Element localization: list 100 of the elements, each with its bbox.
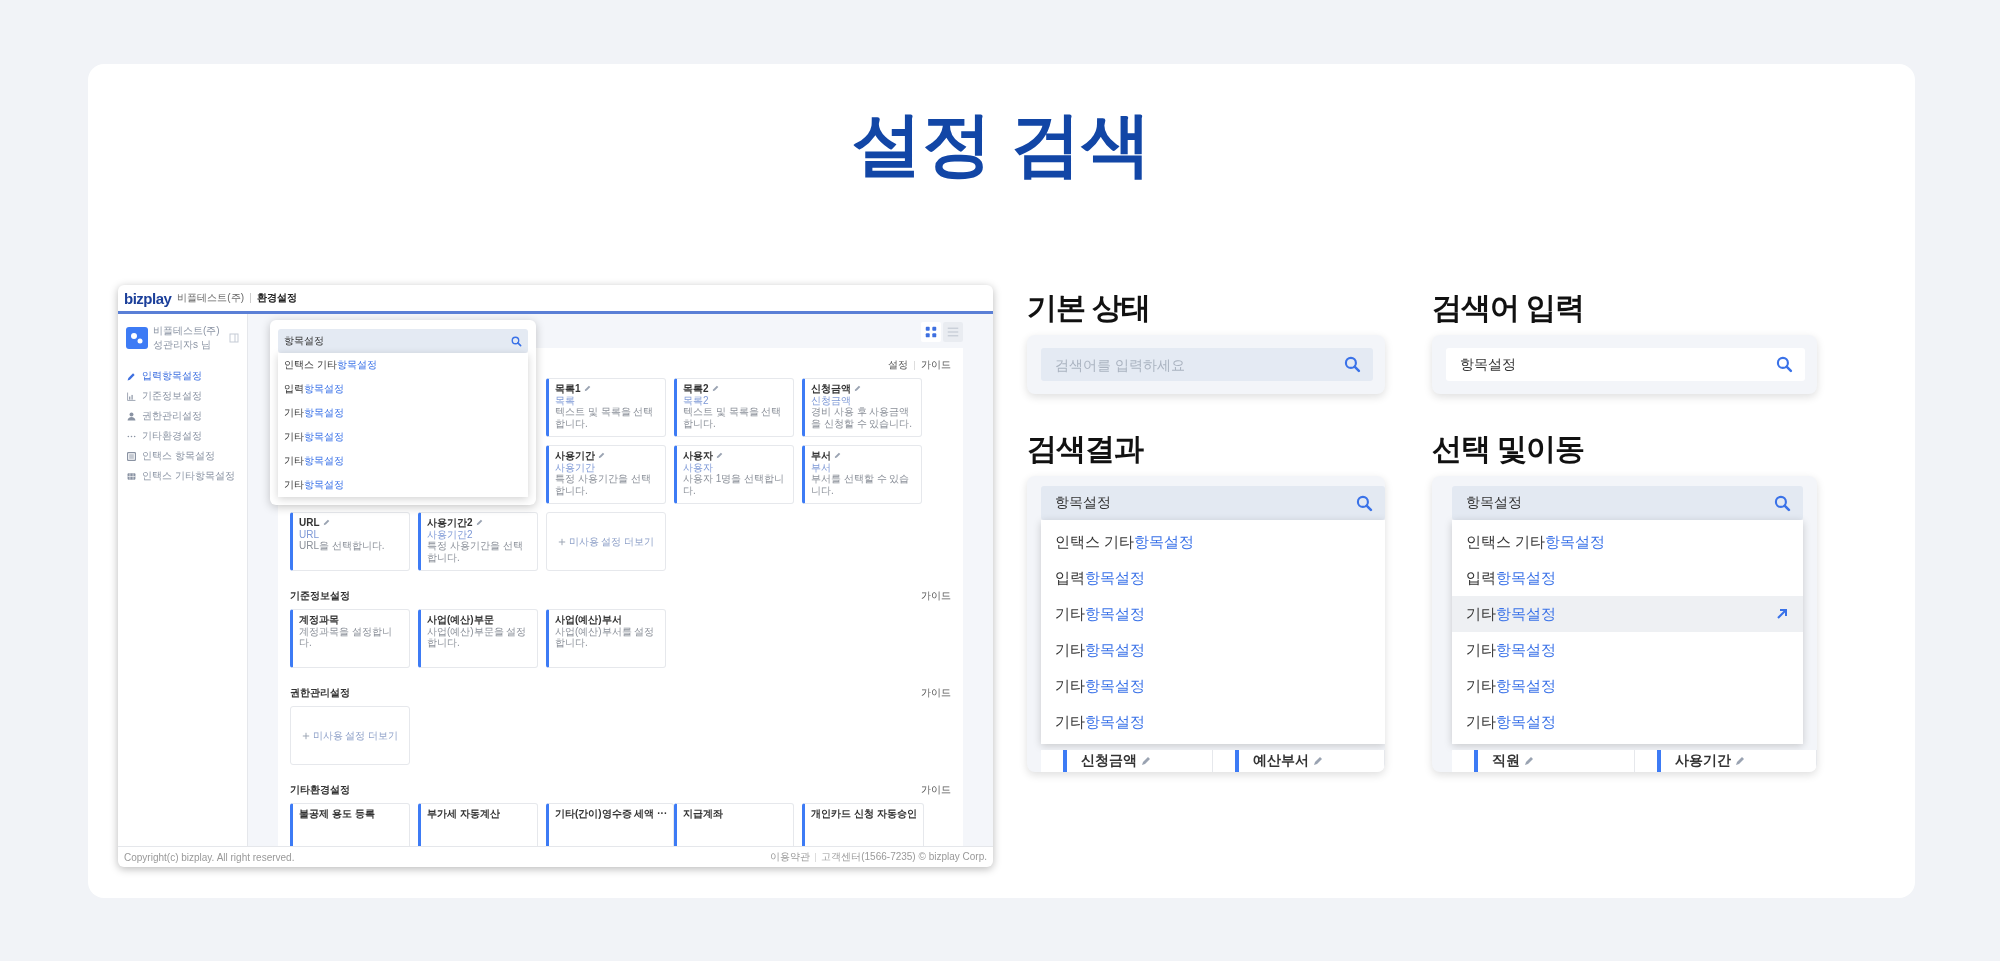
result-item[interactable]: 기타항목설정: [1041, 632, 1385, 668]
setting-card[interactable]: 사용기간2 사용기간2 특정 사용기간을 선택합니다.: [418, 512, 538, 571]
setting-card[interactable]: 기타(간이)영수증 세액 ···: [546, 803, 675, 846]
search-bar[interactable]: 항목설정: [278, 329, 528, 353]
card-code: 사용기간2: [427, 528, 474, 540]
page-title: 환경설정: [257, 291, 298, 305]
setting-card[interactable]: 사용기간 사용기간 특정 사용기간을 선택합니다.: [546, 445, 666, 504]
result-item[interactable]: 인택스 기타항목설정: [1041, 524, 1385, 560]
card-description: URL을 선택합니다.: [299, 540, 386, 552]
search-input[interactable]: 검색어를 입력하세요: [1055, 356, 1344, 373]
pencil-icon[interactable]: [322, 519, 330, 527]
setting-card[interactable]: URL URL URL을 선택합니다.: [290, 512, 410, 571]
card-title: 기타(간이)영수증 세액 ···: [555, 808, 668, 820]
result-item[interactable]: 인택스 기타항목설정: [278, 353, 528, 377]
card-code: 사용자: [683, 461, 714, 473]
search-bar[interactable]: 항목설정: [1452, 486, 1803, 520]
pencil-icon[interactable]: [598, 452, 605, 460]
setting-card[interactable]: 불공제 용도 등록: [290, 803, 410, 846]
section-title: 기준정보설정: [290, 589, 350, 603]
result-item[interactable]: 기타항목설정: [278, 473, 528, 497]
card-description: 사업(예산)부서를 설정합니다.: [555, 625, 656, 649]
search-icon[interactable]: [1344, 356, 1361, 373]
result-item[interactable]: 기타항목설정: [1041, 668, 1385, 704]
pencil-icon[interactable]: [1141, 756, 1151, 766]
section-title: 기타환경설정: [290, 783, 350, 797]
card-title: 신청금액: [811, 383, 851, 395]
search-input[interactable]: 항목설정: [1460, 356, 1776, 373]
setting-card[interactable]: 예산부서: [1235, 750, 1385, 772]
result-item[interactable]: 기타항목설정: [278, 425, 528, 449]
result-item[interactable]: 기타항목설정: [1041, 704, 1385, 740]
result-item[interactable]: 입력 항목설정: [1452, 560, 1803, 596]
card-code: 부서: [811, 461, 832, 473]
pencil-icon[interactable]: [711, 385, 719, 393]
pencil-icon[interactable]: [1524, 756, 1534, 766]
pencil-icon[interactable]: [716, 452, 723, 460]
setting-card[interactable]: 신청금액 신청금액 경비 사용 후 사용금액을 신청할 수 있습니다.: [802, 378, 922, 437]
header-link[interactable]: 가이드: [921, 686, 951, 700]
search-input[interactable]: 항목설정: [1055, 495, 1356, 511]
setting-card[interactable]: 계정과목 계정과목을 설정합니다.: [290, 609, 410, 668]
list-icon: [946, 325, 960, 339]
search-bar[interactable]: 항목설정: [1446, 348, 1805, 381]
plus-icon: [557, 537, 566, 546]
setting-card[interactable]: 사업(예산)부서 사업(예산)부서를 설정합니다.: [546, 609, 666, 668]
setting-card[interactable]: 사업(예산)부문 사업(예산)부문을 설정합니다.: [418, 609, 538, 668]
card-description: 경비 사용 후 사용금액을 신청할 수 있습니다.: [811, 406, 914, 429]
setting-card[interactable]: 목록2 목록2 텍스트 및 목록을 선택합니다.: [674, 378, 794, 437]
header-link[interactable]: 가이드: [921, 783, 951, 797]
result-item[interactable]: 기타항목설정: [278, 401, 528, 425]
pencil-icon[interactable]: [834, 452, 841, 460]
search-input[interactable]: 항목설정: [284, 335, 511, 347]
card-code: 목록2: [683, 394, 710, 406]
pencil-icon[interactable]: [583, 385, 591, 393]
section-heading: 검색어 입력: [1432, 290, 1586, 326]
menu-item[interactable]: 입력항목설정: [126, 366, 239, 386]
pencil-icon[interactable]: [854, 385, 861, 393]
result-item[interactable]: 입력 항목설정: [1041, 560, 1385, 596]
search-icon[interactable]: [1774, 494, 1791, 512]
setting-card[interactable]: 지급계좌: [674, 803, 794, 846]
setting-card[interactable]: 목록1 목록 텍스트 및 목록을 선택합니다.: [546, 378, 666, 437]
grid-view-button[interactable]: [921, 322, 941, 342]
search-icon[interactable]: [1776, 356, 1793, 373]
result-item[interactable]: 인택스 기타항목설정: [1452, 524, 1803, 560]
result-item[interactable]: 기타항목설정: [278, 449, 528, 473]
result-item[interactable]: 기타항목설정: [1452, 596, 1803, 632]
pencil-icon[interactable]: [475, 519, 483, 527]
card-code: 사용기간: [555, 461, 596, 473]
setting-card[interactable]: 개인카드 신청 자동승인: [802, 803, 924, 846]
setting-card[interactable]: 직원: [1474, 750, 1635, 772]
section-heading: 검색결과: [1027, 431, 1145, 467]
logo[interactable]: bizplay: [124, 289, 172, 307]
search-icon[interactable]: [511, 335, 522, 347]
setting-card[interactable]: 부가세 자동계산: [418, 803, 538, 846]
pencil-icon[interactable]: [1313, 756, 1323, 766]
card-title: 불공제 용도 등록: [299, 808, 375, 820]
card-description: 텍스트 및 목록을 선택합니다.: [683, 406, 783, 429]
card-code: 목록: [555, 394, 576, 406]
result-item[interactable]: 기타항목설정: [1041, 596, 1385, 632]
arrow-icon[interactable]: [1775, 607, 1789, 621]
header-link[interactable]: 가이드: [921, 589, 951, 603]
copyright-text: Copyright(c) bizplay. All right reserved.: [124, 851, 295, 863]
card-title: 직원: [1492, 752, 1520, 770]
pencil-icon[interactable]: [1734, 756, 1745, 766]
result-item[interactable]: 기타항목설정: [1452, 632, 1803, 668]
company-name: 비플테스트(주): [153, 324, 221, 338]
card-description: 텍스트 및 목록을 선택합니다.: [555, 406, 655, 429]
search-bar[interactable]: 검색어를 입력하세요: [1041, 348, 1373, 381]
setting-card[interactable]: 신청금액: [1063, 750, 1213, 772]
search-input[interactable]: 항목설정: [1466, 495, 1774, 511]
header-link[interactable]: 가이드: [921, 358, 951, 372]
result-item[interactable]: 기타항목설정: [1452, 704, 1803, 740]
setting-card[interactable]: 사용기간: [1656, 750, 1817, 772]
search-icon[interactable]: [1356, 494, 1373, 512]
header-link[interactable]: 설정: [888, 358, 908, 372]
setting-card[interactable]: 부서 부서 부서를 선택할 수 있습니다.: [802, 445, 922, 504]
setting-card[interactable]: 사용자 사용자 사용자 1명을 선택합니다.: [674, 445, 794, 504]
result-item[interactable]: 입력항목설정: [278, 377, 528, 401]
section-heading: 선택 및이동: [1432, 431, 1586, 467]
search-bar[interactable]: 항목설정: [1041, 486, 1385, 520]
result-item[interactable]: 기타항목설정: [1452, 668, 1803, 704]
collapse-icon[interactable]: [229, 333, 239, 343]
